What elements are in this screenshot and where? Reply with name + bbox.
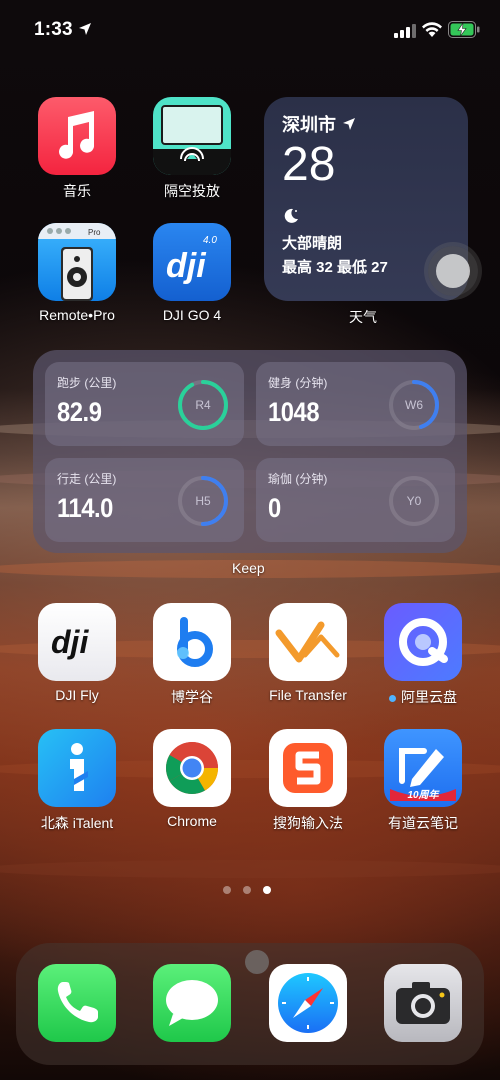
app-label: Chrome xyxy=(167,813,217,829)
battery-charging-icon xyxy=(448,21,480,38)
keep-card-running[interactable]: 跑步 (公里) 82.9 R4 xyxy=(45,362,244,446)
keep-card-yoga[interactable]: 瑜伽 (分钟) 0 Y0 xyxy=(256,458,455,542)
safari-icon[interactable] xyxy=(269,964,347,1042)
aliyun-drive-icon xyxy=(384,603,462,681)
ring-label: H5 xyxy=(195,494,211,508)
keep-widget[interactable]: 跑步 (公里) 82.9 R4 健身 (分钟) 1048 W6 行走 (公里) … xyxy=(33,350,467,553)
sogou-icon xyxy=(269,729,347,807)
app-dji-go-4[interactable]: 4.0 dji DJI GO 4 xyxy=(137,223,247,323)
app-file-transfer[interactable]: File Transfer xyxy=(253,603,363,703)
app-youdao-note[interactable]: 10周年 有道云笔记 xyxy=(368,729,478,833)
app-airplay[interactable]: 隔空投放 xyxy=(137,97,247,201)
youdao-anniversary-badge: 10周年 xyxy=(407,790,439,801)
location-arrow-icon xyxy=(79,23,91,35)
weather-temperature: 28 xyxy=(282,138,336,191)
status-bar: 1:33 xyxy=(0,0,500,60)
camera-icon[interactable] xyxy=(384,964,462,1042)
keep-card-walking[interactable]: 行走 (公里) 114.0 H5 xyxy=(45,458,244,542)
dji-go-4-icon: 4.0 dji xyxy=(153,223,231,301)
ring-label: W6 xyxy=(405,398,423,412)
phone-icon[interactable] xyxy=(38,964,116,1042)
weather-condition: 大部晴朗 xyxy=(282,235,343,252)
messages-icon[interactable] xyxy=(153,964,231,1042)
page-dot-active xyxy=(263,886,271,894)
svg-text:Pro: Pro xyxy=(88,228,101,237)
cellular-signal-icon xyxy=(394,24,416,38)
svg-text:4.0: 4.0 xyxy=(203,235,217,246)
weather-high-low: 最高 32 最低 27 xyxy=(282,259,388,276)
weather-widget-label: 天气 xyxy=(349,309,377,325)
keep-card-fitness[interactable]: 健身 (分钟) 1048 W6 xyxy=(256,362,455,446)
app-label: File Transfer xyxy=(269,687,347,703)
app-dji-fly[interactable]: dji DJI Fly xyxy=(22,603,132,703)
page-dot xyxy=(223,886,231,894)
app-chrome[interactable]: Chrome xyxy=(137,729,247,829)
moon-icon xyxy=(284,208,298,223)
app-sogou-input[interactable]: 搜狗输入法 xyxy=(253,729,363,833)
music-icon xyxy=(38,97,116,175)
app-label: Remote•Pro xyxy=(39,307,115,323)
weather-city: 深圳市 xyxy=(282,115,336,135)
app-label: 隔空投放 xyxy=(164,183,220,199)
rock-stripe xyxy=(0,860,500,878)
page-indicator[interactable] xyxy=(223,886,271,894)
svg-text:dji: dji xyxy=(166,247,207,285)
app-boxuegu[interactable]: 博学谷 xyxy=(137,603,247,707)
app-label: 博学谷 xyxy=(171,689,213,705)
app-label-text: 阿里云盘 xyxy=(401,689,457,705)
dji-fly-icon: dji xyxy=(38,603,116,681)
app-music[interactable]: 音乐 xyxy=(22,97,132,201)
app-italent[interactable]: 北森 iTalent xyxy=(22,729,132,833)
youdao-note-icon: 10周年 xyxy=(384,729,462,807)
page-dot xyxy=(243,886,251,894)
app-label: DJI GO 4 xyxy=(162,307,222,323)
keep-widget-label: Keep xyxy=(232,560,265,576)
app-label: 北森 iTalent xyxy=(40,815,114,831)
wifi-icon xyxy=(422,22,442,37)
weather-city-row: 深圳市 xyxy=(282,111,450,137)
app-label: 阿里云盘 xyxy=(368,687,478,707)
app-aliyun-drive[interactable]: 阿里云盘 xyxy=(368,603,478,707)
remote-pro-icon: Pro xyxy=(38,223,116,301)
svg-text:dji: dji xyxy=(51,624,89,660)
airplay-screen-icon xyxy=(153,97,231,175)
chrome-icon xyxy=(153,729,231,807)
app-label: DJI Fly xyxy=(55,687,99,703)
app-remote-pro[interactable]: Pro Remote•Pro xyxy=(22,223,132,323)
app-label: 有道云笔记 xyxy=(388,815,458,831)
app-label: 音乐 xyxy=(63,183,91,199)
status-time: 1:33 xyxy=(34,19,73,40)
dock-drag-ball xyxy=(245,950,269,974)
boxuegu-icon xyxy=(153,603,231,681)
assistive-touch-button[interactable] xyxy=(428,246,478,296)
ring-label: Y0 xyxy=(406,494,422,508)
file-transfer-icon xyxy=(269,603,347,681)
location-arrow-icon xyxy=(343,118,355,130)
app-label: 搜狗输入法 xyxy=(273,815,343,831)
italent-icon xyxy=(38,729,116,807)
new-update-dot xyxy=(389,694,396,702)
ring-label: R4 xyxy=(195,398,211,412)
